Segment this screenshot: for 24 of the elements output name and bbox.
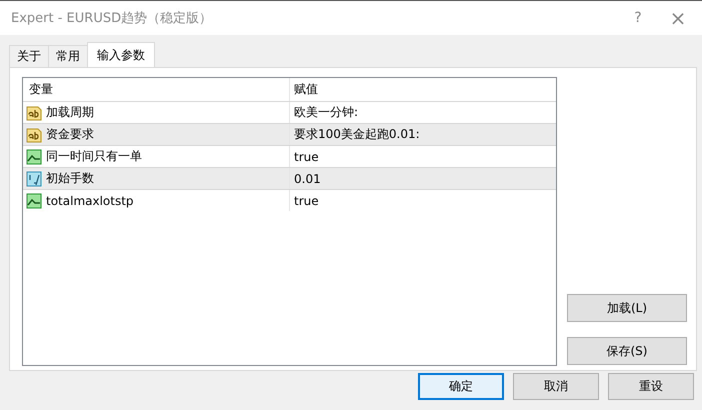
parameter-value: 0.01	[294, 172, 321, 186]
parameter-value: true	[294, 150, 319, 164]
parameter-name: 资金要求	[46, 126, 94, 143]
load-button[interactable]: 加载(L)	[567, 294, 687, 322]
parameter-name: 初始手数	[46, 170, 94, 187]
parameter-name: totalmaxlotstp	[46, 194, 134, 208]
reset-button[interactable]: 重设	[608, 373, 694, 400]
column-header[interactable]: 赋值	[289, 78, 556, 101]
parameter-value: 要求100美金起跑0.01:	[294, 126, 420, 143]
tab[interactable]: 输入参数	[87, 42, 155, 67]
save-button[interactable]: 保存(S)	[567, 337, 687, 365]
parameter-value: true	[294, 194, 319, 208]
cancel-button[interactable]: 取消	[513, 373, 599, 400]
parameter-name: 同一时间只有一单	[46, 148, 142, 165]
ok-button[interactable]: 确定	[418, 373, 504, 400]
tab[interactable]: 关于	[9, 45, 49, 67]
help-button[interactable]: ?	[618, 10, 658, 26]
parameter-value: 欧美一分钟:	[294, 104, 358, 121]
text-type-icon	[26, 104, 42, 120]
text-type-icon	[26, 126, 42, 142]
close-button[interactable]: ×	[658, 6, 698, 30]
column-header[interactable]: 变量	[23, 78, 289, 101]
parameter-name: 加载周期	[46, 104, 94, 121]
window-title: Expert - EURUSD趋势（稳定版）	[11, 10, 214, 27]
